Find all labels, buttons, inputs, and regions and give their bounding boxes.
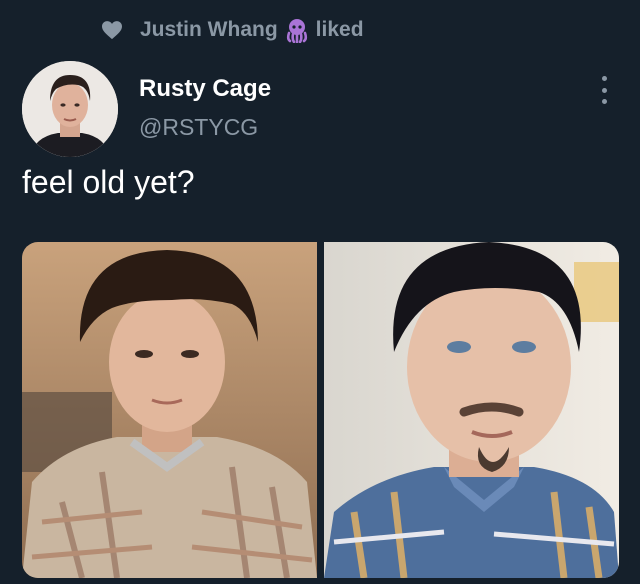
photo-left[interactable] bbox=[22, 242, 317, 578]
liker-name[interactable]: Justin Whang bbox=[140, 18, 278, 42]
tweet-text: feel old yet? bbox=[22, 164, 195, 200]
social-action: liked bbox=[315, 18, 364, 41]
more-options-icon[interactable] bbox=[594, 76, 614, 104]
heart-icon bbox=[101, 19, 123, 41]
author-handle[interactable]: @RSTYCG bbox=[139, 114, 258, 141]
social-context: Justin Whang liked bbox=[101, 14, 364, 46]
author-name[interactable]: Rusty Cage bbox=[139, 75, 271, 103]
octopus-icon bbox=[284, 17, 310, 43]
avatar[interactable] bbox=[22, 61, 118, 157]
tweet-media[interactable] bbox=[22, 242, 619, 578]
tweet[interactable]: Justin Whang liked Rusty Cage @RSTYCG fe bbox=[0, 0, 640, 584]
photo-right[interactable] bbox=[324, 242, 619, 578]
